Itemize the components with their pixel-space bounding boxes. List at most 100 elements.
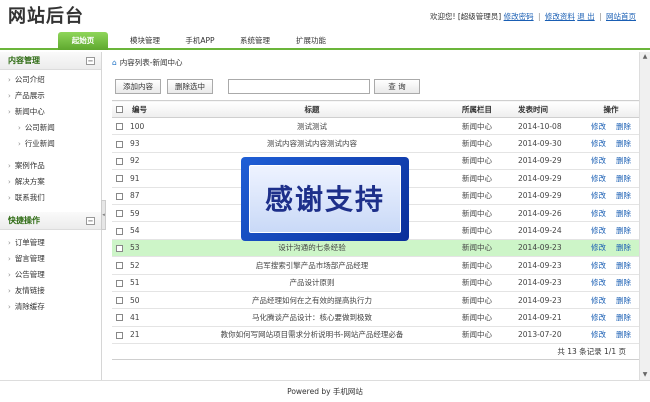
sidebar-item-cases[interactable]: › 案例作品 xyxy=(0,158,101,174)
column-header-date[interactable]: 发表时间 xyxy=(518,100,582,118)
edit-link[interactable]: 修改 xyxy=(591,243,606,252)
edit-link[interactable]: 修改 xyxy=(591,139,606,148)
edit-link[interactable]: 修改 xyxy=(591,226,606,235)
edit-link[interactable]: 修改 xyxy=(591,156,606,165)
edit-link[interactable]: 修改 xyxy=(591,122,606,131)
cell-title[interactable]: 产品设计原则 xyxy=(162,274,462,292)
row-checkbox[interactable] xyxy=(112,274,126,292)
delete-link[interactable]: 删除 xyxy=(616,296,631,305)
row-checkbox[interactable] xyxy=(112,117,126,136)
column-header-category[interactable]: 所属栏目 xyxy=(462,100,518,118)
delete-link[interactable]: 删除 xyxy=(616,139,631,148)
vertical-scrollbar[interactable]: ▲ ▼ xyxy=(639,52,650,380)
sidebar-item-solutions[interactable]: › 解决方案 xyxy=(0,174,101,190)
row-checkbox[interactable] xyxy=(112,187,126,205)
sidebar-item-company-intro[interactable]: › 公司介绍 xyxy=(0,72,101,88)
edit-link[interactable]: 修改 xyxy=(591,191,606,200)
sidebar-item-industry-news[interactable]: › 行业新闻 xyxy=(0,136,101,152)
delete-link[interactable]: 删除 xyxy=(616,243,631,252)
sidebar-item-clear-cache[interactable]: › 清除缓存 xyxy=(0,299,101,315)
cell-actions: 修改 删除 xyxy=(582,326,640,345)
delete-link[interactable]: 删除 xyxy=(616,122,631,131)
collapse-icon[interactable]: − xyxy=(86,57,95,65)
change-password-link[interactable]: 修改密码 xyxy=(504,12,534,21)
add-content-button[interactable]: 添加内容 xyxy=(115,79,161,94)
sidebar-item-news-center[interactable]: › 新闻中心 xyxy=(0,104,101,120)
edit-link[interactable]: 修改 xyxy=(591,330,606,339)
row-checkbox[interactable] xyxy=(112,221,126,240)
chevron-right-icon: › xyxy=(8,271,11,279)
edit-link[interactable]: 修改 xyxy=(591,209,606,218)
cell-title[interactable]: 启军搜索引擎产品市场部产品经理 xyxy=(162,256,462,275)
select-all-checkbox[interactable] xyxy=(112,100,126,118)
site-home-link[interactable]: 网站首页 xyxy=(606,12,636,21)
search-input[interactable] xyxy=(228,79,370,94)
sidebar-item-orders[interactable]: › 订单管理 xyxy=(0,235,101,251)
checkbox-icon xyxy=(115,314,123,322)
chevron-right-icon: › xyxy=(8,162,11,170)
delete-link[interactable]: 删除 xyxy=(616,261,631,270)
nav-tab-extensions[interactable]: 扩展功能 xyxy=(286,32,336,50)
edit-link[interactable]: 修改 xyxy=(591,278,606,287)
cell-title[interactable]: 马化腾谈产品设计：核心要做到极致 xyxy=(162,308,462,327)
delete-link[interactable]: 删除 xyxy=(616,226,631,235)
cell-actions: 修改 删除 xyxy=(582,169,640,188)
edit-link[interactable]: 修改 xyxy=(591,313,606,322)
delete-link[interactable]: 删除 xyxy=(616,156,631,165)
cell-title[interactable]: 产品经理如何在之有效的提高执行力 xyxy=(162,291,462,310)
sidebar-item-label: 联系我们 xyxy=(14,193,45,202)
delete-link[interactable]: 删除 xyxy=(616,209,631,218)
row-checkbox[interactable] xyxy=(112,256,126,275)
pagination-summary: 共 13 条记录 1/1 页 xyxy=(112,344,640,361)
edit-link[interactable]: 修改 xyxy=(591,174,606,183)
scroll-down-icon[interactable]: ▼ xyxy=(640,370,650,380)
sidebar-item-announcements[interactable]: › 公告管理 xyxy=(0,267,101,283)
sidebar-item-label: 公告管理 xyxy=(14,270,45,279)
row-checkbox[interactable] xyxy=(112,291,126,310)
delete-link[interactable]: 删除 xyxy=(616,191,631,200)
logout-link[interactable]: 退 出 xyxy=(577,12,594,21)
sidebar-item-friend-links[interactable]: › 友情链接 xyxy=(0,283,101,299)
collapse-icon[interactable]: − xyxy=(86,217,95,225)
sidebar-section-quick[interactable]: 快捷操作 − xyxy=(0,212,101,230)
edit-link[interactable]: 修改 xyxy=(591,296,606,305)
sidebar-item-company-news[interactable]: › 公司新闻 xyxy=(0,120,101,136)
cell-actions: 修改 删除 xyxy=(582,274,640,292)
breadcrumb-text: 内容列表-新闻中心 xyxy=(119,58,183,67)
row-checkbox[interactable] xyxy=(112,308,126,327)
nav-tab-system[interactable]: 系统管理 xyxy=(230,32,280,50)
cell-title[interactable]: 教你如何写网站项目需求分析说明书-网站产品经理必备 xyxy=(162,326,462,345)
cell-actions: 修改 删除 xyxy=(582,117,640,136)
row-checkbox[interactable] xyxy=(112,169,126,188)
scroll-up-icon[interactable]: ▲ xyxy=(640,52,650,62)
delete-selected-button[interactable]: 删除选中 xyxy=(167,79,213,94)
sidebar-section-content[interactable]: 内容管理 − xyxy=(0,52,101,70)
edit-profile-link[interactable]: 修改资料 xyxy=(545,12,575,21)
delete-link[interactable]: 删除 xyxy=(616,174,631,183)
sidebar-item-products[interactable]: › 产品展示 xyxy=(0,88,101,104)
column-header-title[interactable]: 标题 xyxy=(162,100,462,118)
row-checkbox[interactable] xyxy=(112,326,126,345)
sidebar-item-messages[interactable]: › 留言管理 xyxy=(0,251,101,267)
delete-link[interactable]: 删除 xyxy=(616,313,631,322)
cell-actions: 修改 删除 xyxy=(582,239,640,258)
search-button[interactable]: 查 询 xyxy=(374,79,420,94)
nav-tab-modules[interactable]: 模块管理 xyxy=(120,32,170,50)
column-header-id[interactable]: 编号 xyxy=(126,100,162,118)
row-checkbox[interactable] xyxy=(112,134,126,153)
nav-tab-mobile-app[interactable]: 手机APP xyxy=(175,32,225,50)
row-checkbox[interactable] xyxy=(112,152,126,171)
delete-link[interactable]: 删除 xyxy=(616,330,631,339)
cell-category: 新闻中心 xyxy=(462,152,518,171)
cell-title[interactable]: 设计沟通的七条经验 xyxy=(162,239,462,258)
cell-title[interactable]: 测试内容测试内容测试内容 xyxy=(162,134,462,153)
sidebar-item-contact[interactable]: › 联系我们 xyxy=(0,190,101,206)
cell-title[interactable]: 测试测试 xyxy=(162,117,462,136)
site-logo: 网站后台 xyxy=(8,6,84,27)
sidebar-collapse-handle[interactable]: ◂ xyxy=(101,200,106,230)
edit-link[interactable]: 修改 xyxy=(591,261,606,270)
row-checkbox[interactable] xyxy=(112,239,126,258)
nav-tab-start[interactable]: 起始页 xyxy=(58,32,108,50)
row-checkbox[interactable] xyxy=(112,204,126,223)
delete-link[interactable]: 删除 xyxy=(616,278,631,287)
